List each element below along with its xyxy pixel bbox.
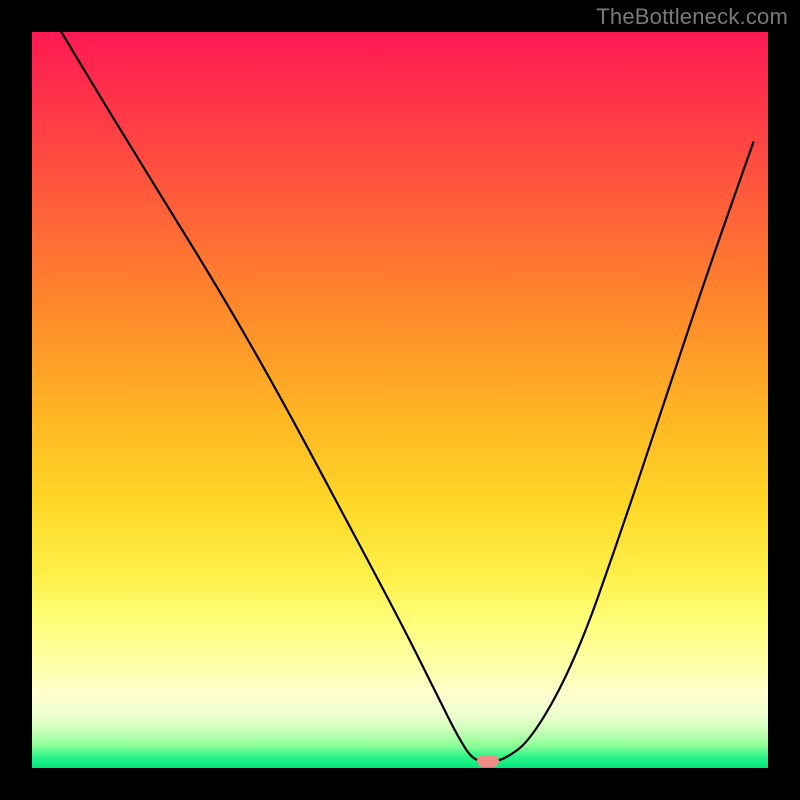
chart-stage: TheBottleneck.com [0, 0, 800, 800]
plot-area [32, 32, 768, 768]
bottleneck-curve [32, 32, 768, 768]
optimum-marker [477, 755, 499, 767]
watermark-text: TheBottleneck.com [596, 4, 788, 30]
